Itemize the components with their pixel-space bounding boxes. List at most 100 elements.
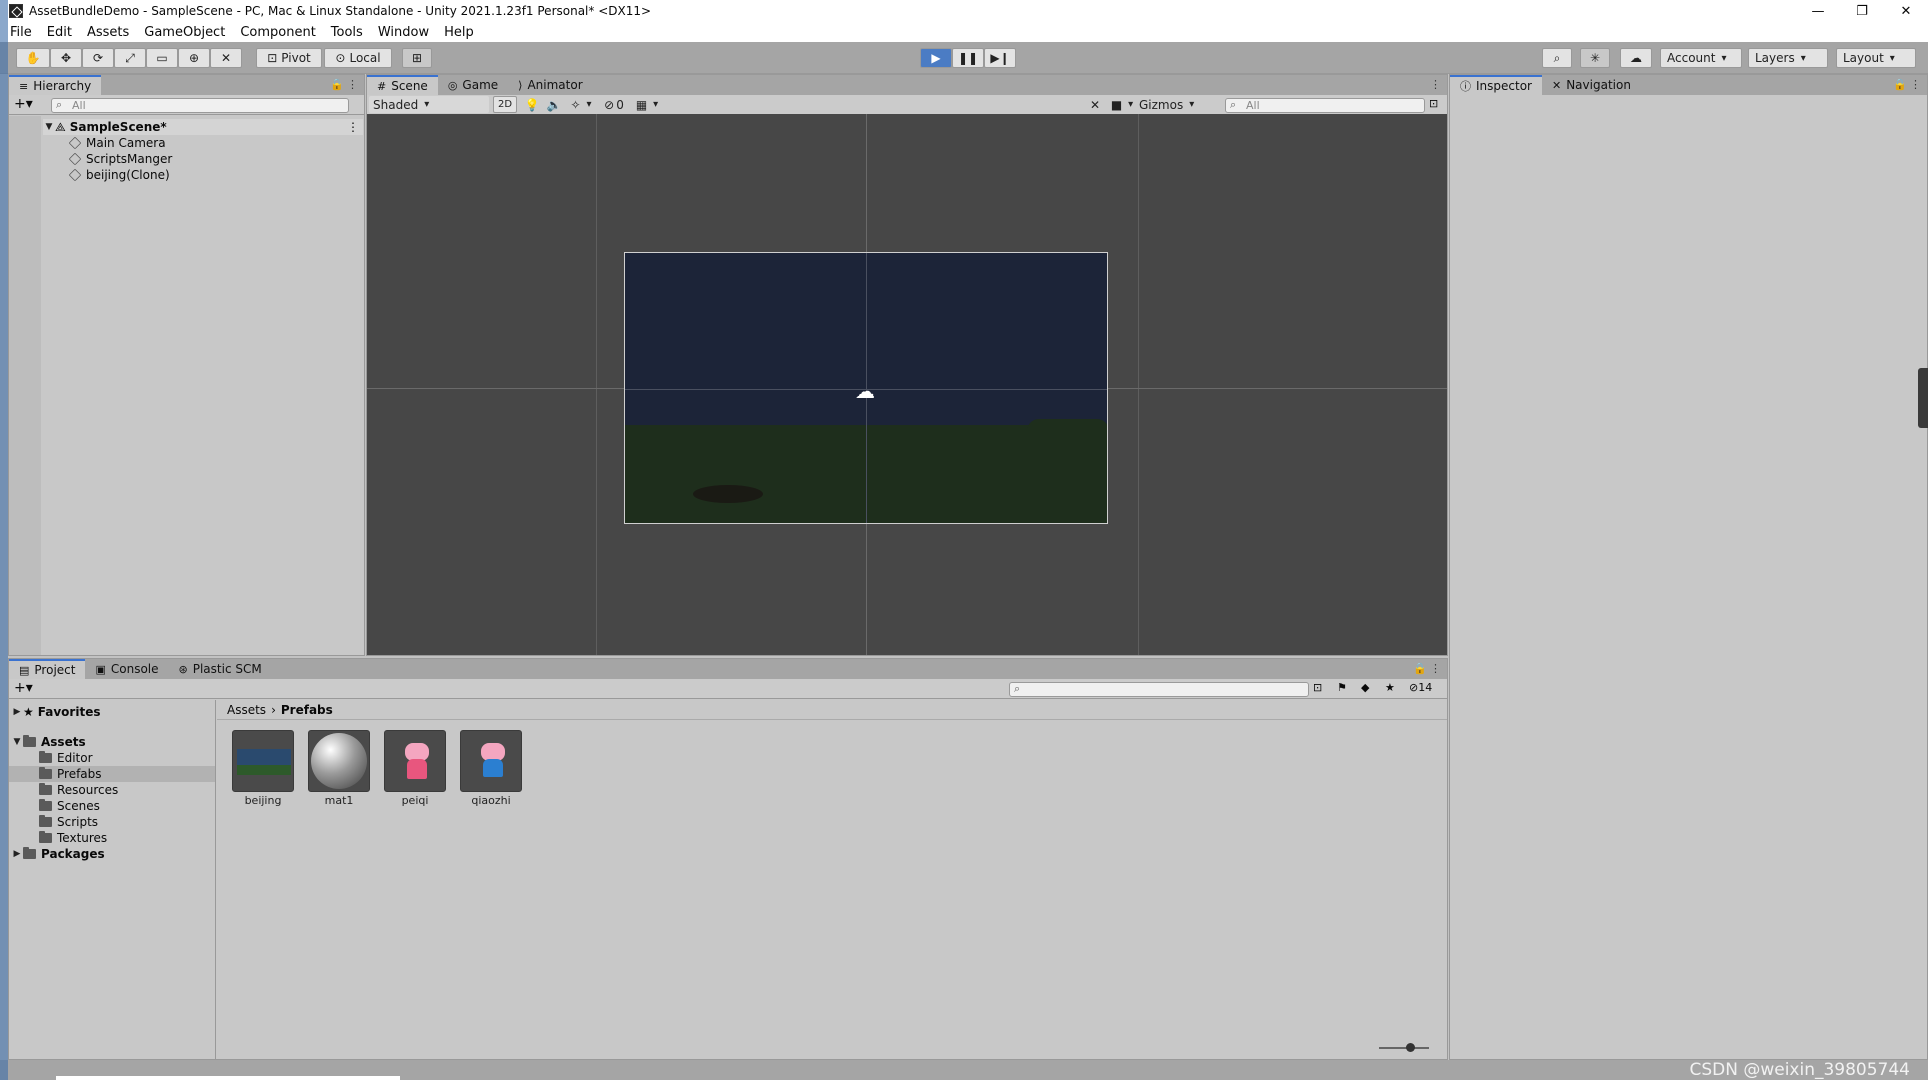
- breadcrumb-current[interactable]: Prefabs: [281, 703, 333, 717]
- asset-thumb-mat1[interactable]: [308, 730, 370, 792]
- tab-console[interactable]: ▣ Console: [85, 659, 168, 679]
- menu-file[interactable]: File: [10, 25, 32, 40]
- scene-viewport[interactable]: ☁: [367, 114, 1447, 655]
- create-add-icon[interactable]: +▾: [14, 96, 33, 112]
- scene-kebab-icon[interactable]: ⋮: [1430, 78, 1441, 91]
- audio-icon[interactable]: 🔈: [543, 96, 565, 113]
- scene-row[interactable]: ▼ ⟁ SampleScene* ⋮: [43, 119, 363, 135]
- menu-gameobject[interactable]: GameObject: [144, 25, 225, 40]
- folder-row[interactable]: Editor: [39, 750, 93, 766]
- tab-plastic-scm[interactable]: ⊛ Plastic SCM: [169, 659, 272, 679]
- packages-row[interactable]: ▶ Packages: [11, 846, 105, 862]
- menu-tools[interactable]: Tools: [331, 25, 363, 40]
- close-button[interactable]: ✕: [1884, 0, 1928, 22]
- grid-snap-icon[interactable]: ⊞: [402, 48, 432, 68]
- effects-icon[interactable]: ✧: [565, 96, 597, 113]
- collab-icon[interactable]: ✳: [1580, 48, 1610, 68]
- menu-edit[interactable]: Edit: [47, 25, 72, 40]
- layers-dropdown[interactable]: Layers: [1748, 48, 1828, 68]
- favorites-row[interactable]: ▶ ★ Favorites: [11, 704, 101, 720]
- expand-arrow-icon[interactable]: ▼: [43, 122, 55, 132]
- kebab-menu-icon[interactable]: ⋮: [347, 78, 358, 91]
- lock-icon[interactable]: 🔒: [330, 78, 344, 91]
- hidden-packages-toggle[interactable]: ⊘14: [1409, 681, 1432, 694]
- favorite-star-icon[interactable]: ★: [1385, 681, 1395, 694]
- scene-search-input[interactable]: All: [1225, 98, 1425, 113]
- cloud-icon[interactable]: ☁: [1620, 48, 1652, 68]
- hidden-objects-toggle[interactable]: ⊘ 0: [599, 96, 629, 113]
- project-add-icon[interactable]: +▾: [14, 680, 33, 696]
- folder-row[interactable]: Textures: [39, 830, 107, 846]
- inspector-kebab-icon[interactable]: ⋮: [1910, 78, 1921, 91]
- folder-label: Resources: [57, 783, 119, 797]
- minimize-button[interactable]: —: [1796, 0, 1840, 22]
- assets-root-row[interactable]: ▼ Assets: [11, 734, 86, 750]
- hierarchy-item[interactable]: Main Camera: [68, 135, 166, 151]
- menu-help[interactable]: Help: [444, 25, 474, 40]
- pause-button[interactable]: ❚❚: [952, 48, 984, 68]
- scene-menu-icon[interactable]: ⋮: [347, 120, 359, 134]
- custom-tool-icon[interactable]: ✕: [210, 48, 242, 68]
- toggle-2d-button[interactable]: 2D: [493, 96, 517, 113]
- inspector-lock-icon[interactable]: 🔒: [1893, 78, 1907, 91]
- asset-thumb-peiqi[interactable]: [384, 730, 446, 792]
- camera-icon[interactable]: ■: [1107, 96, 1137, 113]
- step-button[interactable]: ▶❙: [984, 48, 1016, 68]
- hierarchy-search-input[interactable]: All: [51, 98, 349, 113]
- tab-inspector[interactable]: ⓘ Inspector: [1450, 75, 1542, 95]
- rotate-tool-icon[interactable]: ⟳: [82, 48, 114, 68]
- lighting-icon[interactable]: 💡: [521, 96, 543, 113]
- hierarchy-item[interactable]: beijing(Clone): [68, 167, 170, 183]
- menu-component[interactable]: Component: [240, 25, 315, 40]
- transform-tool-icon[interactable]: ⊕: [178, 48, 210, 68]
- project-kebab-icon[interactable]: ⋮: [1430, 662, 1441, 675]
- side-scroll-handle[interactable]: [1918, 368, 1928, 428]
- tab-scene[interactable]: # Scene: [367, 75, 438, 95]
- star-icon: ★: [23, 705, 34, 719]
- grid-toggle-icon[interactable]: ▦: [631, 96, 663, 113]
- tools-icon[interactable]: ✕: [1085, 96, 1105, 113]
- search-filter-icon[interactable]: ⊡: [1429, 97, 1438, 110]
- folder-row-selected[interactable]: Prefabs: [9, 766, 215, 782]
- icon-size-slider[interactable]: [1379, 1047, 1429, 1049]
- asset-thumb-qiaozhi[interactable]: [460, 730, 522, 792]
- move-tool-icon[interactable]: ✥: [50, 48, 82, 68]
- scale-tool-icon[interactable]: ⤢: [114, 48, 146, 68]
- local-toggle[interactable]: ⊙ Local: [324, 48, 392, 68]
- account-dropdown[interactable]: Account: [1660, 48, 1742, 68]
- layout-dropdown[interactable]: Layout: [1836, 48, 1916, 68]
- project-lock-icon[interactable]: 🔒: [1413, 662, 1427, 675]
- menu-assets[interactable]: Assets: [87, 25, 129, 40]
- hand-tool-icon[interactable]: ✋: [16, 48, 50, 68]
- collapse-arrow-icon[interactable]: ▶: [11, 849, 23, 859]
- tab-project[interactable]: ▤ Project: [9, 659, 86, 679]
- restore-button[interactable]: ❐: [1840, 0, 1884, 22]
- expand-arrow-icon[interactable]: ▼: [11, 737, 23, 747]
- gizmos-dropdown[interactable]: Gizmos: [1139, 96, 1199, 113]
- search-icon[interactable]: ⌕: [1542, 48, 1572, 68]
- collapse-arrow-icon[interactable]: ▶: [11, 707, 23, 717]
- tab-hierarchy[interactable]: ≡ Hierarchy: [9, 75, 102, 95]
- shading-mode-dropdown[interactable]: Shaded: [369, 96, 489, 113]
- breadcrumb-root[interactable]: Assets: [227, 703, 266, 717]
- asset-thumb-beijing[interactable]: [232, 730, 294, 792]
- slider-thumb[interactable]: [1406, 1043, 1415, 1052]
- camera-gizmo-icon[interactable]: ☁: [855, 379, 875, 403]
- search-by-label-icon[interactable]: ⚑: [1337, 681, 1347, 694]
- pivot-toggle[interactable]: ⊡ Pivot: [256, 48, 322, 68]
- folder-row[interactable]: Resources: [39, 782, 118, 798]
- tab-navigation[interactable]: ✕ Navigation: [1542, 75, 1641, 95]
- search-by-type-icon[interactable]: ⊡: [1313, 681, 1322, 694]
- rect-tool-icon[interactable]: ▭: [146, 48, 178, 68]
- menu-window[interactable]: Window: [378, 25, 429, 40]
- play-button[interactable]: ▶: [920, 48, 952, 68]
- eye-slash-icon: ⊘: [1409, 681, 1419, 694]
- hierarchy-item[interactable]: ScriptsManger: [68, 151, 172, 167]
- tab-animator[interactable]: ⟩ Animator: [508, 75, 592, 95]
- save-search-icon[interactable]: ◆: [1361, 681, 1369, 694]
- folder-row[interactable]: Scenes: [39, 798, 100, 814]
- tab-game[interactable]: ◎ Game: [438, 75, 508, 95]
- folder-row[interactable]: Scripts: [39, 814, 98, 830]
- project-search-input[interactable]: [1009, 682, 1309, 697]
- local-label: Local: [349, 51, 381, 65]
